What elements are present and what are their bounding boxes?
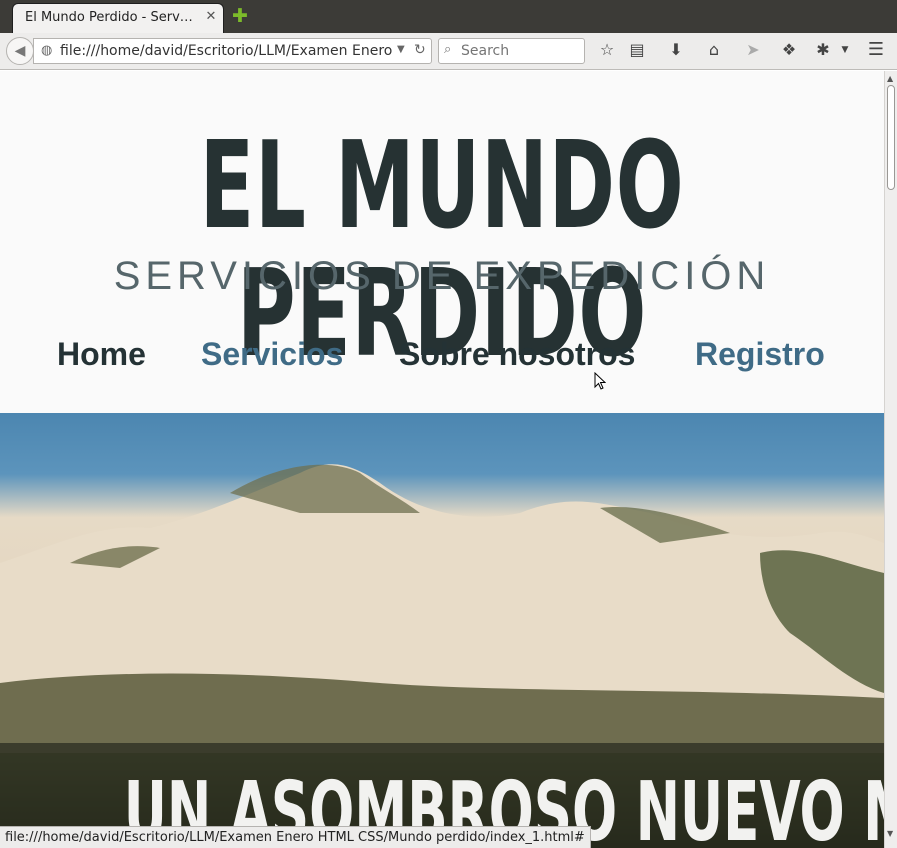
- nav-link-registro[interactable]: Registro: [695, 336, 825, 373]
- search-input[interactable]: [461, 42, 579, 60]
- nav-link-sobre-nosotros[interactable]: Sobre nosotros: [399, 336, 635, 373]
- search-bar[interactable]: ⌕: [438, 38, 585, 64]
- search-icon: ⌕: [444, 42, 452, 57]
- home-icon[interactable]: ⌂: [703, 39, 725, 61]
- download-icon[interactable]: ⬇: [665, 39, 687, 61]
- tab-bar: El Mundo Perdido - Serv… ✕ ✚: [0, 0, 897, 33]
- browser-tab[interactable]: El Mundo Perdido - Serv… ✕: [12, 3, 224, 33]
- page-viewport: EL MUNDO PERDIDO SERVICIOS DE EXPEDICIÓN…: [0, 71, 884, 848]
- hamburger-menu-icon[interactable]: ☰: [865, 39, 887, 61]
- reload-icon[interactable]: ↻: [414, 42, 426, 58]
- url-dropdown-icon[interactable]: ▼: [397, 44, 405, 55]
- star-icon[interactable]: ☆: [596, 39, 618, 61]
- new-tab-icon[interactable]: ✚: [232, 6, 248, 26]
- tab-title: El Mundo Perdido - Serv…: [25, 10, 193, 25]
- nav-link-home[interactable]: Home: [57, 336, 146, 373]
- url-bar[interactable]: ◍ file:///home/david/Escritorio/LLM/Exam…: [33, 38, 432, 64]
- share-icon[interactable]: ❖: [778, 39, 800, 61]
- globe-icon: ◍: [41, 43, 53, 58]
- clipboard-icon[interactable]: ▤: [626, 39, 648, 61]
- scroll-up-icon[interactable]: ▲: [887, 74, 893, 83]
- url-text[interactable]: file:///home/david/Escritorio/LLM/Examen…: [60, 43, 394, 59]
- chevron-down-icon[interactable]: ▼: [834, 39, 856, 61]
- vertical-scrollbar[interactable]: ▲ ▼: [884, 71, 897, 848]
- scrollbar-thumb[interactable]: [887, 85, 895, 190]
- site-subtitle: SERVICIOS DE EXPEDICIÓN: [113, 254, 771, 298]
- dune-illustration: [0, 464, 884, 753]
- navigation-toolbar: ◀ ◍ file:///home/david/Escritorio/LLM/Ex…: [0, 33, 897, 70]
- tab-close-icon[interactable]: ✕: [203, 9, 219, 25]
- status-bar: file:///home/david/Escritorio/LLM/Examen…: [0, 826, 591, 848]
- back-arrow-icon[interactable]: ◀: [6, 37, 34, 65]
- paper-plane-icon[interactable]: ➤: [742, 39, 764, 61]
- bug-icon[interactable]: ✱: [812, 39, 834, 61]
- main-navigation: Home Servicios Sobre nosotros Registro: [0, 336, 884, 380]
- nav-link-servicios[interactable]: Servicios: [201, 336, 343, 373]
- scroll-down-icon[interactable]: ▼: [887, 829, 893, 838]
- mouse-cursor-icon: [594, 372, 606, 390]
- hero-image: UN ASOMBROSO NUEVO MUNDO: [0, 413, 884, 848]
